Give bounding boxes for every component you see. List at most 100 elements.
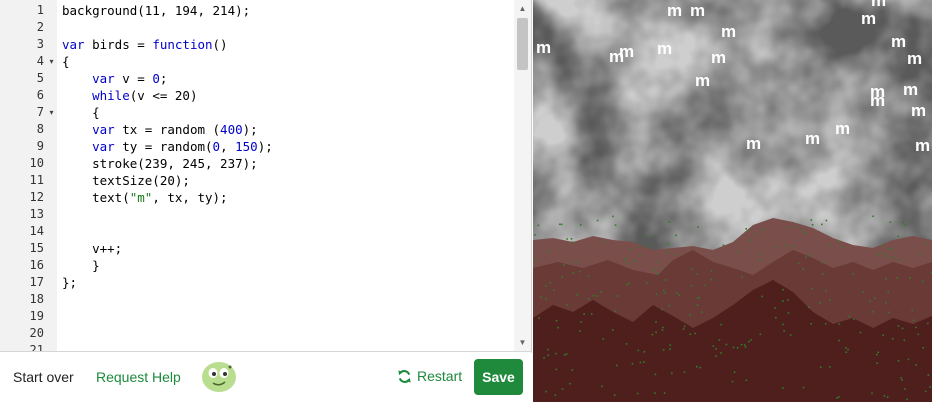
grass-speck — [636, 392, 639, 395]
grass-speck — [818, 302, 821, 304]
grass-speck — [682, 328, 685, 330]
code-line-8[interactable]: var tx = random (400); — [62, 121, 258, 138]
bird-glyph: m — [805, 129, 820, 148]
output-canvas[interactable]: mmmmmmmmmmmmmmmmmmmmm — [533, 0, 932, 402]
code-line-12[interactable]: text("m", tx, ty); — [62, 189, 227, 206]
grass-speck — [563, 264, 565, 266]
grass-speck — [886, 255, 889, 258]
line-number: 13 — [29, 207, 44, 221]
code-line-15[interactable]: v++; — [62, 240, 122, 257]
code-line-9[interactable]: var ty = random(0, 150); — [62, 138, 273, 155]
restart-label: Restart — [417, 368, 463, 384]
grass-speck — [545, 390, 547, 393]
grass-speck — [901, 379, 903, 381]
code-line-11[interactable]: textSize(20); — [62, 172, 190, 189]
code-line-6[interactable]: while(v <= 20) — [62, 87, 197, 104]
bird-glyph: m — [536, 38, 551, 57]
grass-speck — [596, 219, 599, 222]
grass-speck — [555, 368, 558, 371]
code-line-4[interactable]: { — [62, 53, 70, 70]
scroll-thumb[interactable] — [517, 18, 528, 70]
grass-speck — [810, 322, 812, 325]
scroll-down-arrow-icon[interactable]: ▼ — [514, 338, 531, 348]
grass-speck — [715, 355, 717, 357]
grass-speck — [911, 221, 913, 224]
line-number: 15 — [29, 241, 44, 255]
code-keyword: var — [92, 71, 115, 86]
grass-speck — [746, 230, 749, 233]
code-keyword: function — [152, 37, 213, 52]
grass-speck — [699, 366, 701, 369]
grass-speck — [869, 300, 872, 302]
grass-speck — [733, 371, 736, 373]
grass-speck — [824, 289, 827, 292]
grass-speck — [718, 339, 721, 341]
code-line-17[interactable]: }; — [62, 274, 77, 291]
grass-speck — [543, 357, 545, 359]
grass-speck — [696, 272, 699, 275]
fold-arrow-icon[interactable]: ▾ — [47, 53, 56, 70]
editor-scrollbar[interactable]: ▲ ▼ — [514, 0, 531, 351]
grass-speck — [710, 270, 713, 272]
grass-speck — [901, 221, 904, 224]
grass-speck — [829, 299, 831, 301]
grass-speck — [566, 304, 568, 306]
grass-speck — [874, 297, 876, 299]
grass-speck — [889, 221, 892, 223]
grass-speck — [892, 256, 895, 259]
grass-speck — [661, 329, 664, 331]
grass-speck — [669, 348, 671, 350]
grass-speck — [671, 372, 673, 375]
grass-speck — [877, 351, 879, 354]
grass-speck — [782, 323, 784, 326]
grass-speck — [668, 304, 670, 307]
grass-speck — [675, 292, 678, 294]
line-number: 16 — [29, 258, 44, 272]
grass-speck — [668, 221, 670, 223]
scroll-up-arrow-icon[interactable]: ▲ — [514, 4, 531, 14]
grass-speck — [876, 353, 878, 356]
code-line-3[interactable]: var birds = function() — [62, 36, 228, 53]
grass-speck — [824, 323, 827, 325]
grass-speck — [545, 298, 547, 300]
line-number: 6 — [36, 88, 44, 102]
code-text: { — [62, 105, 100, 120]
restart-button[interactable]: Restart — [397, 368, 462, 384]
grass-speck — [796, 226, 798, 228]
grass-speck — [748, 340, 750, 343]
code-text: }; — [62, 275, 78, 290]
bird-glyph: m — [690, 1, 705, 20]
code-line-10[interactable]: stroke(239, 245, 237); — [62, 155, 258, 172]
bird-glyph: m — [835, 119, 850, 138]
grass-speck — [561, 276, 563, 278]
start-over-link[interactable]: Start over — [13, 369, 74, 385]
code-text: } — [62, 258, 100, 273]
code-line-1[interactable]: background(11, 194, 214); — [62, 2, 250, 19]
grass-speck — [614, 224, 617, 226]
fold-arrow-icon[interactable]: ▾ — [47, 104, 56, 121]
code-line-16[interactable]: } — [62, 257, 100, 274]
grass-speck — [811, 287, 814, 290]
grass-speck — [783, 330, 785, 332]
bird-glyph: m — [915, 136, 930, 155]
grass-speck — [654, 373, 657, 376]
grass-speck — [697, 226, 699, 228]
grass-speck — [612, 329, 614, 331]
code-number: 20 — [174, 88, 190, 103]
code-line-5[interactable]: var v = 0; — [62, 70, 167, 87]
grass-speck — [841, 245, 844, 248]
code-editor[interactable]: 1 2 3 4 5 6 7 8 9 10 11 12 13 14 15 16 17 18 19 20 21 ▾ ▾ back… — [0, 0, 532, 352]
grass-speck — [587, 275, 590, 278]
save-button[interactable]: Save — [474, 359, 523, 395]
code-keyword: var — [92, 122, 115, 137]
grass-speck — [801, 229, 804, 232]
grass-speck — [615, 364, 618, 367]
request-help-link[interactable]: Request Help — [96, 369, 181, 385]
grass-speck — [906, 398, 908, 401]
grass-speck — [872, 215, 874, 218]
grass-speck — [750, 339, 752, 341]
grass-speck — [736, 347, 739, 349]
grass-speck — [720, 352, 722, 354]
editor-toolbar: Start over Request Help Restart Save — [0, 353, 532, 402]
code-line-7[interactable]: { — [62, 104, 100, 121]
